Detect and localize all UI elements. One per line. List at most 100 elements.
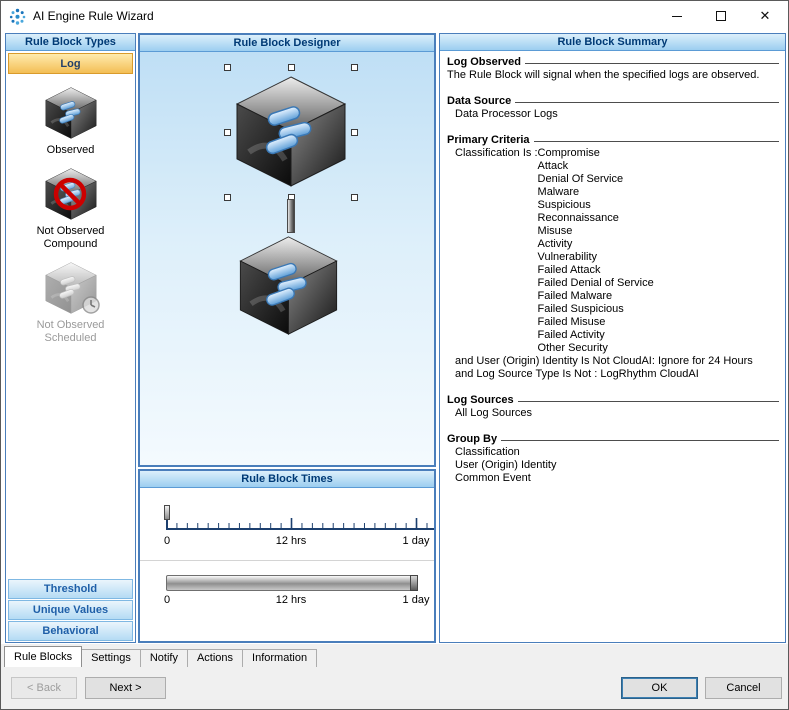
classification-value: Compromise	[538, 147, 654, 160]
selection-handle[interactable]	[351, 64, 358, 71]
rule-block-cube-selected[interactable]	[231, 74, 351, 189]
group-by-values: ClassificationUser (Origin) IdentityComm…	[447, 446, 779, 485]
maximize-button[interactable]	[699, 1, 743, 31]
classification-values: CompromiseAttackDenial Of ServiceMalware…	[538, 147, 654, 355]
summary-data-source-heading: Data Source	[447, 95, 511, 108]
rule-block-designer-section: Rule Block Designer	[138, 33, 436, 467]
classification-value: Attack	[538, 160, 654, 173]
logrhythm-app-icon	[9, 8, 26, 25]
classification-value: Other Security	[538, 342, 654, 355]
summary-section-data-source: Data Source Data Processor Logs	[447, 95, 779, 121]
classification-is-label: Classification Is :	[455, 147, 538, 355]
close-icon: ✕	[760, 8, 771, 24]
rule-block-types-header: Rule Block Types	[6, 34, 135, 51]
prohibition-icon	[52, 176, 88, 212]
rule-type-not-observed-scheduled-label: Not Observed Scheduled	[16, 319, 126, 345]
heading-rule	[518, 401, 779, 402]
rule-block-summary-body: Log Observed The Rule Block will signal …	[440, 51, 785, 642]
criteria-line: and User (Origin) Identity Is Not CloudA…	[455, 355, 779, 368]
heading-rule	[525, 63, 779, 64]
selection-handle[interactable]	[224, 64, 231, 71]
heading-rule	[515, 102, 779, 103]
time-range-bar[interactable]	[166, 575, 418, 591]
group-by-value: User (Origin) Identity	[455, 459, 779, 472]
selection-handle[interactable]	[351, 129, 358, 136]
group-by-value: Common Event	[455, 472, 779, 485]
observed-time-slider-handle[interactable]	[164, 505, 170, 520]
ok-button[interactable]: OK	[621, 677, 698, 699]
selection-handle[interactable]	[224, 129, 231, 136]
rule-block-times-section: Rule Block Times	[138, 469, 436, 643]
range-time-scale-labels: 0 12 hrs 1 day	[166, 594, 430, 607]
minimize-button[interactable]	[655, 1, 699, 31]
rule-type-category-button[interactable]: Unique Values	[8, 600, 133, 620]
time-range-thumb[interactable]	[410, 575, 418, 591]
wizard-tab[interactable]: Actions	[187, 649, 243, 667]
time-range-slider[interactable]	[166, 575, 430, 591]
time-ruler-ticks	[166, 512, 434, 532]
classification-value: Failed Attack	[538, 264, 654, 277]
observed-time-ruler[interactable]	[166, 512, 430, 532]
classification-value: Malware	[538, 186, 654, 199]
summary-section-log-sources: Log Sources All Log Sources	[447, 394, 779, 420]
center-panel: Rule Block Designer Rule Block Times	[138, 33, 436, 643]
classification-value: Misuse	[538, 225, 654, 238]
cancel-button[interactable]: Cancel	[705, 677, 782, 699]
clock-icon	[81, 295, 101, 315]
minimize-icon	[672, 16, 682, 17]
summary-group-by-heading: Group By	[447, 433, 497, 446]
rule-type-not-observed-compound[interactable]: Not Observed Compound	[6, 167, 135, 251]
classification-value: Failed Suspicious	[538, 303, 654, 316]
rule-block-times-area: 0 12 hrs 1 day 0 12 hrs 1 day	[140, 488, 434, 641]
rule-type-observed-label: Observed	[47, 144, 95, 157]
wizard-tabs: Rule BlocksSettingsNotifyActionsInformat…	[5, 646, 317, 667]
rule-block-summary-panel: Rule Block Summary Log Observed The Rule…	[439, 33, 786, 643]
ai-engine-rule-wizard-window: AI Engine Rule Wizard ✕ Rule Block Types…	[0, 0, 789, 710]
classification-value: Suspicious	[538, 199, 654, 212]
summary-log-sources-heading: Log Sources	[447, 394, 514, 407]
rule-type-category-button[interactable]: Threshold	[8, 579, 133, 599]
wizard-tab[interactable]: Information	[242, 649, 317, 667]
rule-block-designer-canvas[interactable]	[140, 52, 434, 465]
rule-type-not-observed-compound-label: Not Observed Compound	[16, 225, 126, 251]
summary-log-sources-value: All Log Sources	[447, 407, 779, 420]
group-by-value: Classification	[455, 446, 779, 459]
next-button[interactable]: Next >	[85, 677, 166, 699]
summary-rule-type-heading: Log Observed	[447, 56, 521, 69]
wizard-tab[interactable]: Notify	[140, 649, 188, 667]
classification-value: Failed Malware	[538, 290, 654, 303]
summary-data-source-value: Data Processor Logs	[447, 108, 779, 121]
rule-block-summary-header: Rule Block Summary	[440, 34, 785, 51]
selection-handle[interactable]	[351, 194, 358, 201]
selection-handle[interactable]	[288, 64, 295, 71]
window-controls: ✕	[655, 1, 787, 31]
criteria-line: and Log Source Type Is Not : LogRhythm C…	[455, 368, 779, 381]
rule-type-nav-buttons: Threshold Unique Values Behavioral	[6, 578, 135, 642]
rule-type-observed[interactable]: Observed	[6, 86, 135, 157]
titlebar: AI Engine Rule Wizard ✕	[1, 1, 788, 31]
classification-value: Failed Denial of Service	[538, 277, 654, 290]
wizard-tab[interactable]: Rule Blocks	[4, 646, 82, 667]
rule-block-types-panel: Rule Block Types Log Observed Not Observ…	[5, 33, 136, 643]
classification-value: Vulnerability	[538, 251, 654, 264]
selection-handle[interactable]	[224, 194, 231, 201]
maximize-icon	[716, 11, 726, 21]
rule-type-log-button[interactable]: Log	[8, 53, 133, 74]
classification-value: Failed Misuse	[538, 316, 654, 329]
classification-value: Denial Of Service	[538, 173, 654, 186]
rule-block-cube[interactable]	[235, 234, 342, 337]
wizard-tab[interactable]: Settings	[81, 649, 141, 667]
summary-primary-criteria-heading: Primary Criteria	[447, 134, 530, 147]
summary-rule-type-desc: The Rule Block will signal when the spec…	[447, 69, 779, 82]
heading-rule	[534, 141, 779, 142]
window-title: AI Engine Rule Wizard	[33, 9, 154, 23]
rule-block-designer-header: Rule Block Designer	[140, 35, 434, 52]
additional-criteria: and User (Origin) Identity Is Not CloudA…	[447, 355, 779, 381]
block-connector-peg[interactable]	[287, 199, 295, 233]
times-divider	[140, 560, 434, 561]
close-button[interactable]: ✕	[743, 1, 787, 31]
classification-value: Reconnaissance	[538, 212, 654, 225]
summary-section-rule-type: Log Observed The Rule Block will signal …	[447, 56, 779, 82]
back-button[interactable]: < Back	[11, 677, 77, 699]
rule-type-category-button[interactable]: Behavioral	[8, 621, 133, 641]
